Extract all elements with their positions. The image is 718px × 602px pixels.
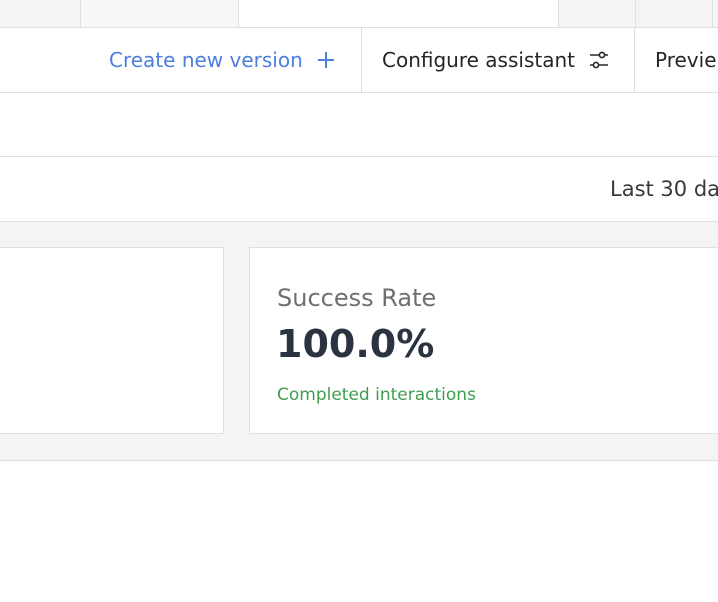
success-rate-card: Success Rate 100.0% Completed interactio… — [249, 247, 718, 434]
header-segment — [80, 0, 239, 27]
success-rate-title: Success Rate — [277, 284, 437, 312]
stats-section: Success Rate 100.0% Completed interactio… — [0, 222, 718, 461]
header-segment-edge — [712, 0, 718, 27]
top-header-bar — [0, 0, 718, 28]
preview-label: Previe — [655, 48, 717, 72]
create-new-version-button[interactable]: Create new version — [109, 28, 335, 92]
header-action-button[interactable] — [635, 0, 713, 27]
header-search-area[interactable] — [238, 0, 559, 27]
stat-card — [0, 247, 224, 434]
success-rate-value: 100.0% — [276, 322, 435, 366]
plus-icon — [317, 52, 334, 68]
success-rate-subtitle: Completed interactions — [277, 385, 476, 405]
sliders-icon — [589, 51, 608, 69]
content-spacer-row — [0, 93, 718, 157]
preview-button[interactable]: Previe — [634, 28, 718, 92]
help-button[interactable] — [558, 0, 636, 27]
date-range-selector[interactable]: Last 30 da — [610, 157, 718, 221]
date-range-label: Last 30 da — [610, 177, 718, 201]
configure-assistant-button[interactable]: Configure assistant — [361, 28, 635, 92]
assistant-page: Create new version Configure assistant P… — [0, 0, 718, 602]
create-new-version-label: Create new version — [109, 48, 303, 72]
filter-row: Last 30 da — [0, 157, 718, 222]
configure-assistant-label: Configure assistant — [382, 48, 575, 72]
assistant-toolbar: Create new version Configure assistant P… — [0, 28, 718, 93]
